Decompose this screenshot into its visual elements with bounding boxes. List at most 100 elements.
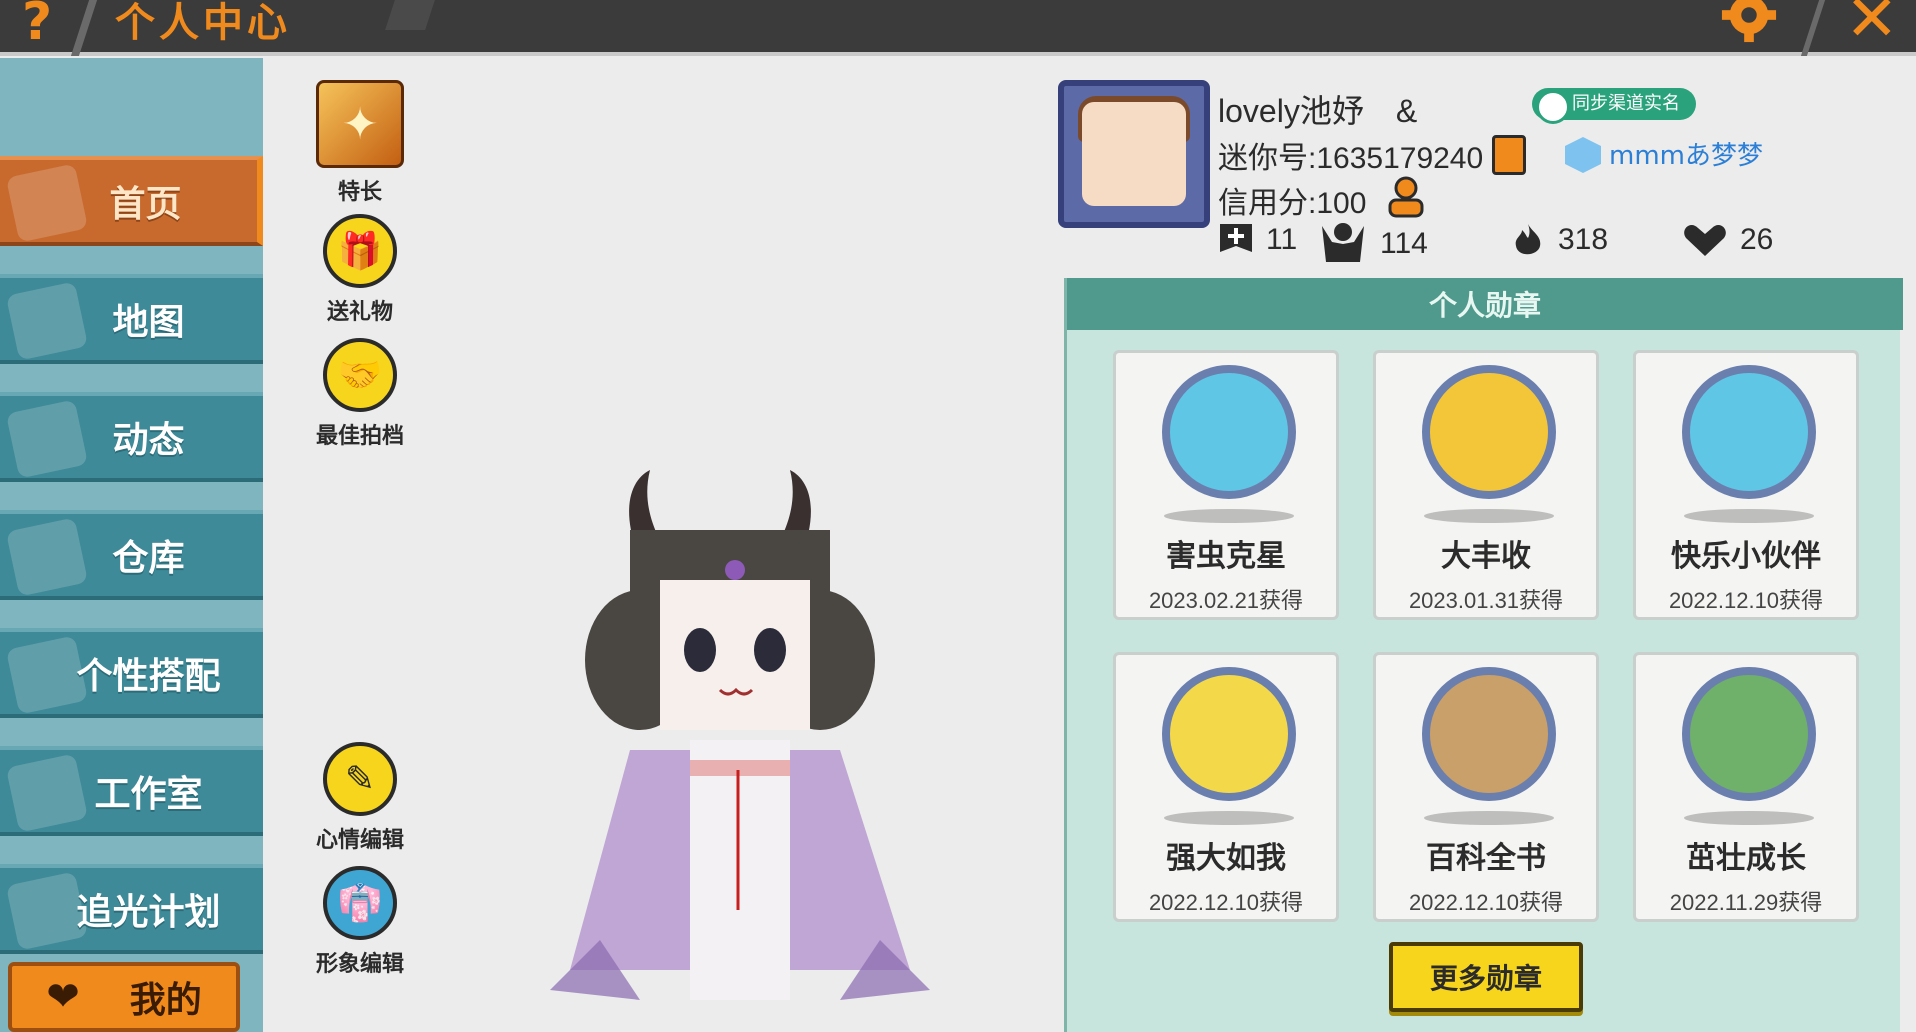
fans-icon xyxy=(1322,223,1364,262)
map-icon xyxy=(5,281,89,361)
send-gift-label: 送礼物 xyxy=(326,300,393,325)
heart-icon xyxy=(1684,225,1726,256)
badge-panel-title: 个人勋章 xyxy=(1067,278,1903,330)
badge-shadow xyxy=(1424,811,1554,825)
add-friend-icon xyxy=(1220,224,1252,252)
outfit-edit-icon: 👘 xyxy=(323,866,397,940)
badge-card[interactable]: 茁壮成长 2022.11.29获得 xyxy=(1633,652,1859,922)
badge-name: 百科全书 xyxy=(1426,841,1546,876)
gear-icon[interactable] xyxy=(1720,0,1778,44)
nav-item-label: 个性搭配 xyxy=(76,656,221,697)
badge-card[interactable]: 强大如我 2022.12.10获得 xyxy=(1113,652,1339,922)
house-icon xyxy=(5,517,89,597)
badge-harvest-icon xyxy=(1422,365,1556,499)
clan-name[interactable]: mmmあ梦梦 xyxy=(1565,135,1763,172)
stat-fans-value: 114 xyxy=(1380,227,1428,260)
nav-item-label: 仓库 xyxy=(112,538,185,579)
home-icon xyxy=(5,163,89,243)
badge-name: 强大如我 xyxy=(1166,841,1286,876)
badge-name: 大丰收 xyxy=(1441,539,1531,574)
stat-heat: 318 xyxy=(1510,222,1608,258)
nav-item-light-plan[interactable]: 追光计划 xyxy=(0,864,263,954)
my-label: 我的 xyxy=(129,980,202,1021)
nav-item-outfit[interactable]: 个性搭配 xyxy=(0,628,263,718)
badge-shadow xyxy=(1424,509,1554,523)
stat-adds-value: 11 xyxy=(1266,223,1298,256)
avatar[interactable] xyxy=(1058,80,1210,228)
stat-adds: 11 xyxy=(1218,222,1297,258)
nav-item-label: 动态 xyxy=(112,420,185,461)
edit-icon: ✎ xyxy=(323,742,397,816)
nav-item-label: 地图 xyxy=(112,302,185,343)
my-button[interactable]: ❤ 我的 xyxy=(8,962,240,1032)
gift-icon: 🎁 xyxy=(323,214,397,288)
heart-icon: ❤ xyxy=(46,974,80,1020)
send-gift-button[interactable]: 🎁 送礼物 xyxy=(305,214,415,326)
divider xyxy=(70,0,98,56)
badge-date: 2022.11.29获得 xyxy=(1669,890,1823,915)
image-edit-label: 形象编辑 xyxy=(315,952,404,977)
badge-card[interactable]: 害虫克星 2023.02.21获得 xyxy=(1113,350,1339,620)
stat-likes-value: 26 xyxy=(1740,223,1774,256)
divider xyxy=(385,0,435,30)
badge-name: 快乐小伙伴 xyxy=(1671,539,1821,574)
stat-fans: 114 xyxy=(1318,222,1428,266)
studio-icon xyxy=(5,753,89,833)
player-character[interactable] xyxy=(510,470,970,1030)
badge-shadow xyxy=(1164,509,1294,523)
nav-item-map[interactable]: 地图 xyxy=(0,274,263,364)
badge-card[interactable]: 快乐小伙伴 2022.12.10获得 xyxy=(1633,350,1859,620)
more-badges-button[interactable]: 更多勋章 xyxy=(1389,942,1583,1012)
badge-date: 2022.12.10获得 xyxy=(1148,890,1304,915)
help-icon[interactable]: ? xyxy=(22,0,52,52)
handshake-icon: 🤝 xyxy=(323,338,397,412)
specialty-icon: ✦ xyxy=(316,80,404,168)
badge-growth-icon xyxy=(1682,667,1816,801)
badge-shadow xyxy=(1164,811,1294,825)
badge-card[interactable]: 百科全书 2022.12.10获得 xyxy=(1373,652,1599,922)
person-icon[interactable] xyxy=(1386,176,1426,218)
badge-shadow xyxy=(1684,509,1814,523)
best-partner-label: 最佳拍档 xyxy=(315,424,404,449)
nav-item-home[interactable]: 首页 xyxy=(0,156,263,246)
avatar-face xyxy=(1082,102,1186,206)
badge-date: 2023.01.31获得 xyxy=(1408,588,1564,613)
specialty-label: 特长 xyxy=(337,180,382,205)
nav-item-label: 工作室 xyxy=(94,774,203,815)
badge-strong-icon xyxy=(1162,667,1296,801)
specialty-button[interactable]: ✦ 特长 xyxy=(305,80,415,206)
badge-encyclopedia-icon xyxy=(1422,667,1556,801)
badge-shadow xyxy=(1684,811,1814,825)
badge-panel: 个人勋章 害虫克星 2023.02.21获得 大丰收 2023.01.31获得 … xyxy=(1064,278,1903,1032)
top-bar: ? 个人中心 ✕ xyxy=(0,0,1916,56)
stat-likes: 26 xyxy=(1682,222,1773,258)
badge-pest-icon xyxy=(1162,365,1296,499)
badge-friends-icon xyxy=(1682,365,1816,499)
divider xyxy=(1800,0,1826,56)
close-icon[interactable]: ✕ xyxy=(1845,0,1899,56)
sidebar: 首页 地图 动态 仓库 个性搭配 工作室 追光计划 xyxy=(0,58,263,1032)
sync-realname-badge[interactable]: 同步渠道实名 xyxy=(1532,88,1696,124)
best-partner-button[interactable]: 🤝 最佳拍档 xyxy=(305,338,415,450)
badge-date: 2022.12.10获得 xyxy=(1408,890,1564,915)
image-edit-button[interactable]: 👘 形象编辑 xyxy=(305,866,415,978)
nav-item-feed[interactable]: 动态 xyxy=(0,392,263,482)
badge-name: 茁壮成长 xyxy=(1686,841,1806,876)
nav-item-warehouse[interactable]: 仓库 xyxy=(0,510,263,600)
stat-heat-value: 318 xyxy=(1558,223,1609,256)
nav-item-label: 追光计划 xyxy=(76,892,221,933)
page-title: 个人中心 xyxy=(115,0,291,46)
badge-name: 害虫克星 xyxy=(1166,539,1286,574)
username: lovely池妤 & xyxy=(1218,93,1418,129)
badge-date: 2022.12.10获得 xyxy=(1668,588,1824,613)
credit-score: 信用分:100 xyxy=(1218,187,1367,220)
mood-edit-button[interactable]: ✎ 心情编辑 xyxy=(305,742,415,854)
mood-edit-label: 心情编辑 xyxy=(315,828,404,853)
badge-card[interactable]: 大丰收 2023.01.31获得 xyxy=(1373,350,1599,620)
fire-icon xyxy=(1515,224,1541,255)
nav-item-studio[interactable]: 工作室 xyxy=(0,746,263,836)
badge-date: 2023.02.21获得 xyxy=(1148,588,1304,613)
bell-icon xyxy=(5,399,89,479)
mini-id: 迷你号:1635179240 xyxy=(1218,142,1484,175)
copy-icon[interactable] xyxy=(1492,135,1526,175)
